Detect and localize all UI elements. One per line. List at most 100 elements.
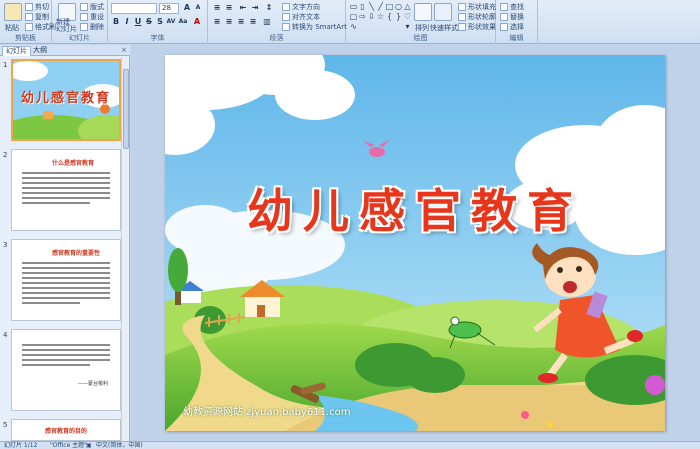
status-bar: 幻灯片 1/12 "Office 主题" ▣ 中文(简体，中国): [0, 441, 700, 449]
layout-icon: [80, 3, 88, 11]
thumbnail-scrollbar[interactable]: [121, 57, 129, 441]
reset-icon: [80, 13, 88, 21]
grow-font-button[interactable]: A: [182, 3, 192, 13]
arrange-icon[interactable]: [414, 3, 432, 21]
panel-close-icon[interactable]: ×: [121, 46, 127, 54]
clipboard-group: 粘贴 剪切 复制 格式刷 剪贴板: [0, 0, 56, 44]
slide-thumbnail-2[interactable]: 什么是感官教育: [11, 149, 121, 231]
quick-styles-icon[interactable]: [434, 3, 452, 21]
copy-button[interactable]: 复制: [25, 12, 49, 22]
font-size-dropdown[interactable]: 28: [159, 3, 179, 14]
increase-indent-button[interactable]: ⇥: [250, 3, 260, 13]
decrease-indent-button[interactable]: ⇤: [238, 3, 248, 13]
shape-outline-button[interactable]: 形状轮廓: [458, 12, 496, 22]
change-case-button[interactable]: Aa: [178, 17, 188, 27]
new-slide-button[interactable]: 新建 幻灯片: [56, 19, 77, 33]
paste-button[interactable]: 粘贴: [5, 23, 19, 33]
align-text-icon: [282, 13, 290, 21]
editing-group: 查找 替换 选择 编辑: [496, 0, 538, 44]
align-center-button[interactable]: ≡: [224, 17, 234, 27]
font-color-button[interactable]: A: [192, 17, 202, 27]
editing-group-label: 编辑: [509, 34, 524, 42]
brace-shape-icon[interactable]: {: [385, 12, 394, 21]
line-spacing-button[interactable]: ↕: [264, 3, 274, 13]
slide-thumbnail-author: ——蒙台梭利: [77, 381, 108, 387]
textbox-vertical-shape-icon[interactable]: ▯: [358, 2, 367, 11]
slide-thumbnail-4[interactable]: ——蒙台梭利: [11, 329, 121, 411]
slide-thumbnail-title: 什么是感官教育: [52, 160, 95, 167]
bold-button[interactable]: B: [111, 17, 121, 27]
drawing-group-label: 绘图: [413, 34, 428, 42]
triangle-shape-icon[interactable]: △: [403, 2, 412, 11]
slide-title[interactable]: 幼儿感官教育: [165, 175, 665, 241]
numbering-button[interactable]: ≡: [224, 3, 234, 13]
arrange-button[interactable]: 排列: [415, 23, 429, 33]
slide-thumbnail-5[interactable]: 感官教育的目的: [11, 419, 121, 441]
align-left-button[interactable]: ≡: [212, 17, 222, 27]
bullets-button[interactable]: ≡: [212, 3, 222, 13]
underline-button[interactable]: U: [133, 17, 143, 27]
current-slide[interactable]: 幼儿感官教育 幼教资源网站 zjyuan.baby611.com: [165, 55, 665, 431]
shadow-button[interactable]: S: [155, 17, 165, 27]
text-line: [22, 172, 110, 174]
paste-icon[interactable]: [4, 3, 22, 21]
cut-button[interactable]: 剪切: [25, 2, 49, 12]
outline-icon: [458, 13, 466, 21]
tab-slides[interactable]: 幻灯片: [2, 46, 31, 56]
layout-button[interactable]: 版式: [80, 2, 104, 12]
strikethrough-button[interactable]: S: [144, 17, 154, 27]
select-button[interactable]: 选择: [500, 22, 524, 32]
replace-button[interactable]: 替换: [500, 12, 524, 22]
find-button[interactable]: 查找: [500, 2, 524, 12]
text-line: [22, 202, 90, 204]
line2-shape-icon[interactable]: ╱: [376, 2, 385, 11]
brace2-shape-icon[interactable]: }: [394, 12, 403, 21]
slide-number: 1: [3, 61, 8, 69]
reset-button[interactable]: 重设: [80, 12, 104, 22]
char-spacing-button[interactable]: AV: [166, 17, 176, 27]
slide-thumbnail-panel: 幻灯片 大纲 × 1 幼儿感官教育 2 什么是感官教育 3 感官教育的重要性 4…: [0, 45, 130, 441]
language-indicator[interactable]: 中文(简体，中国): [96, 442, 143, 449]
slide-background-illustration: [165, 55, 665, 431]
oval-shape-icon[interactable]: ○: [394, 2, 403, 11]
arrow-down-shape-icon[interactable]: ⇩: [367, 12, 376, 21]
font-group: 28 A A B I U S S AV Aa A 字体: [108, 0, 208, 44]
star-shape-icon[interactable]: ☆: [376, 12, 385, 21]
text-line: [22, 297, 110, 299]
rectangle-shape-icon[interactable]: □: [385, 2, 394, 11]
text-line: [22, 282, 110, 284]
slide-thumbnail-3[interactable]: 感官教育的重要性: [11, 239, 121, 321]
delete-slide-button[interactable]: 删除: [80, 22, 104, 32]
rounded-rect-shape-icon[interactable]: ▢: [349, 12, 358, 21]
shrink-font-button[interactable]: A: [193, 3, 203, 13]
slide-watermark: 幼教资源网站 zjyuan.baby611.com: [183, 407, 351, 418]
slide-number: 4: [3, 331, 8, 339]
text-direction-button[interactable]: 文字方向: [282, 2, 320, 12]
text-line: [22, 277, 110, 279]
slide-thumbnail-1[interactable]: 幼儿感官教育: [11, 59, 121, 141]
justify-button[interactable]: ≡: [248, 17, 258, 27]
textbox-shape-icon[interactable]: ▭: [349, 2, 358, 11]
shape-fill-button[interactable]: 形状填充: [458, 2, 496, 12]
more-shapes-icon[interactable]: ▾: [403, 22, 412, 31]
spellcheck-icon[interactable]: ▣: [86, 442, 92, 449]
heart-shape-icon[interactable]: ♡: [403, 12, 412, 21]
find-icon: [500, 3, 508, 11]
convert-smartart-button[interactable]: 转换为 SmartArt: [282, 22, 347, 32]
align-right-button[interactable]: ≡: [236, 17, 246, 27]
italic-button[interactable]: I: [122, 17, 132, 27]
scrollbar-thumb[interactable]: [123, 69, 129, 149]
line-shape-icon[interactable]: ╲: [367, 2, 376, 11]
arrow-right-shape-icon[interactable]: ⇨: [358, 12, 367, 21]
align-text-button[interactable]: 对齐文本: [282, 12, 320, 22]
columns-button[interactable]: ▥: [262, 17, 272, 27]
paragraph-group: ≡ ≡ ⇤ ⇥ ↕ ≡ ≡ ≡ ≡ ▥ 文字方向 对齐文本 转换为 SmartA…: [208, 0, 347, 44]
shape-effects-button[interactable]: 形状效果: [458, 22, 496, 32]
slide-editing-area: 幼儿感官教育 幼教资源网站 zjyuan.baby611.com: [131, 45, 700, 441]
font-name-dropdown[interactable]: [111, 3, 157, 14]
text-line: [22, 197, 110, 199]
smartart-icon: [282, 23, 290, 31]
curve-shape-icon[interactable]: ∿: [349, 22, 358, 31]
tab-outline[interactable]: 大纲: [30, 46, 50, 56]
quick-styles-button[interactable]: 快速样式: [430, 23, 458, 33]
